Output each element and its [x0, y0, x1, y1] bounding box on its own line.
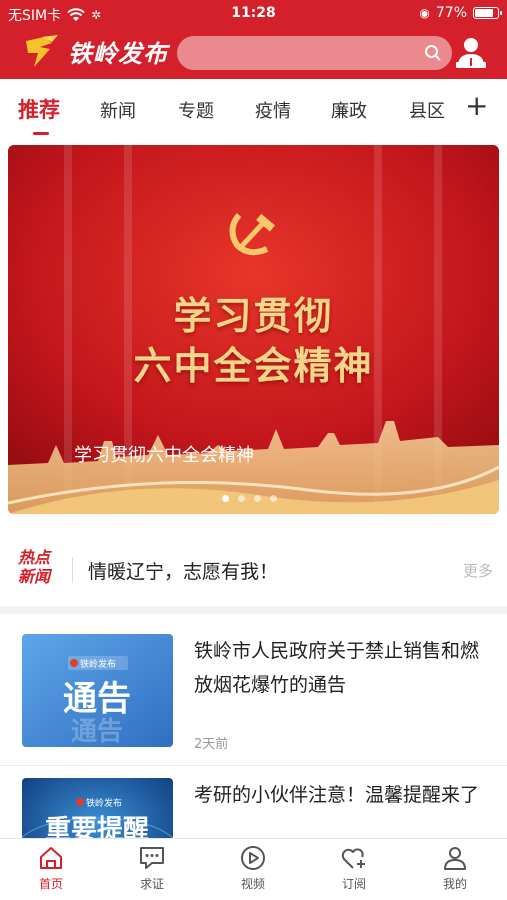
battery-fill	[475, 9, 494, 17]
tab-topics[interactable]: 专题	[178, 97, 214, 123]
carousel-indicator	[222, 495, 277, 502]
status-right: ◉ 77%	[419, 5, 502, 21]
banner-headline-line2: 六中全会精神	[133, 343, 374, 388]
app-name: 铁岭发布	[68, 39, 168, 68]
play-icon	[241, 846, 265, 870]
news-item[interactable]: 铁岭发布 重要提醒 考研的小伙伴注意！温馨提醒来了	[0, 778, 507, 838]
nav-subscribe-label: 订阅	[341, 877, 366, 891]
section-divider	[0, 606, 507, 614]
user-icon[interactable]	[455, 36, 487, 70]
home-icon	[40, 847, 62, 869]
nav-home-label: 首页	[38, 877, 63, 891]
hot-news-badge-line2: 新闻	[18, 567, 51, 586]
app-logo[interactable]: 铁岭发布	[22, 33, 168, 69]
tab-recommend[interactable]: 推荐	[18, 94, 60, 124]
thumb-reminder-text: 重要提醒	[45, 815, 149, 838]
search-bar[interactable]	[177, 36, 452, 70]
news-item[interactable]: 铁岭发布 通告 通告 铁岭市人民政府关于禁止销售和燃放烟花爆竹的通告 2天前	[0, 634, 507, 764]
hot-news-headline[interactable]: 情暖辽宁，志愿有我！	[88, 557, 278, 584]
bottom-navigation: 首页 求证 视频 订阅 我的	[0, 838, 507, 900]
heart-plus-icon	[341, 848, 365, 869]
nav-subscribe[interactable]: 订阅	[324, 845, 384, 892]
more-link[interactable]: 更多	[463, 560, 493, 581]
battery-percent: 77%	[435, 5, 467, 21]
hot-news-ticker[interactable]: 热点 新闻 情暖辽宁，志愿有我！ 更多	[0, 540, 507, 600]
hot-news-divider	[72, 557, 73, 583]
carousel-dot[interactable]	[254, 495, 261, 502]
add-tab-icon[interactable]: +	[465, 92, 488, 120]
tab-counties[interactable]: 县区	[409, 97, 445, 123]
thumb-logo-text: 铁岭发布	[86, 797, 122, 809]
tab-epidemic[interactable]: 疫情	[255, 97, 291, 123]
active-tab-indicator	[33, 132, 49, 135]
tab-integrity[interactable]: 廉政	[331, 97, 367, 123]
orientation-lock-icon: ◉	[419, 6, 430, 20]
nav-profile-label: 我的	[442, 877, 467, 891]
nav-video[interactable]: 视频	[223, 845, 283, 892]
thumb-logo-text: 铁岭发布	[80, 658, 116, 670]
logo-mark-icon	[26, 35, 58, 67]
thumb-notice-reflection: 通告	[71, 717, 123, 747]
news-thumbnail: 铁岭发布 通告 通告	[22, 634, 173, 747]
news-thumbnail: 铁岭发布 重要提醒	[22, 778, 173, 838]
nav-verify-label: 求证	[139, 877, 164, 891]
category-tabs: 推荐 新闻 专题 疫情 廉政 县区 +	[0, 79, 507, 141]
banner-headline-line1: 学习贯彻	[173, 293, 334, 338]
person-icon	[444, 847, 466, 870]
reminder-thumbnail-image: 铁岭发布 重要提醒	[22, 778, 173, 838]
hot-news-badge-line1: 热点	[18, 548, 51, 567]
nav-verify[interactable]: 求证	[122, 845, 182, 892]
hot-news-badge: 热点 新闻	[18, 548, 60, 586]
search-icon[interactable]	[424, 44, 442, 62]
thumb-notice-text: 通告	[63, 679, 131, 719]
news-title[interactable]: 铁岭市人民政府关于禁止销售和燃放烟花爆竹的通告	[194, 634, 489, 702]
chat-icon	[140, 847, 164, 869]
notice-thumbnail-image: 铁岭发布 通告 通告	[22, 634, 173, 747]
news-title[interactable]: 考研的小伙伴注意！温馨提醒来了	[194, 778, 489, 812]
carousel-dot[interactable]	[238, 495, 245, 502]
battery-icon	[473, 7, 502, 19]
app-header: 无SIM卡 ✲ 11:28 ◉ 77% 铁岭发布	[0, 0, 507, 79]
tab-news[interactable]: 新闻	[100, 97, 136, 123]
nav-profile[interactable]: 我的	[425, 845, 485, 892]
carousel-dot[interactable]	[270, 495, 277, 502]
banner-carousel[interactable]: 学习贯彻 六中全会精神 学习贯彻六中全会精神	[8, 145, 499, 514]
status-bar: 无SIM卡 ✲ 11:28 ◉ 77%	[0, 0, 507, 28]
banner-caption: 学习贯彻六中全会精神	[74, 445, 254, 466]
news-divider	[0, 765, 507, 766]
nav-video-label: 视频	[240, 877, 265, 891]
carousel-dot[interactable]	[222, 495, 229, 502]
news-time: 2天前	[194, 737, 229, 752]
nav-home[interactable]: 首页	[21, 845, 81, 892]
